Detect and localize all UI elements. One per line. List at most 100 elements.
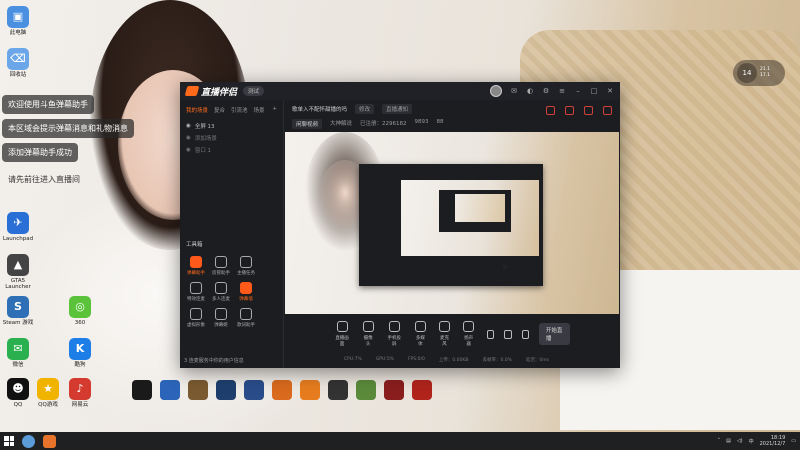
user-avatar[interactable] — [490, 85, 502, 97]
speaker-icon — [463, 321, 475, 332]
tab-my-scenes[interactable]: 我的场景 — [186, 106, 208, 114]
desktop-icon-launchpad[interactable]: ✈ Launchpad — [0, 212, 36, 242]
taskbar-app-browser-icon[interactable] — [22, 434, 35, 448]
tab-traffic[interactable]: 引流池 — [231, 106, 248, 114]
desktop-icon-recycle[interactable]: ⌫ 回收站 — [0, 48, 36, 78]
cpu-usage: CPU:7% — [344, 357, 362, 362]
game-icon[interactable] — [412, 380, 432, 400]
game-icon[interactable] — [244, 380, 264, 400]
notice-button[interactable]: 直播通知 — [382, 104, 413, 114]
toolbox-title: 工具箱 — [186, 242, 203, 248]
windows-start-icon[interactable] — [4, 436, 14, 446]
tool-virtual-avatar[interactable]: 虚拟形象 — [184, 308, 208, 328]
tool-multi-link[interactable]: 多人连麦 — [209, 282, 233, 302]
tool-danmaku-assistant[interactable]: 弹幕助手 — [184, 256, 208, 276]
maximize-icon[interactable]: □ — [590, 87, 598, 95]
tab-compound[interactable]: 复合 — [214, 106, 225, 114]
skin-icon[interactable]: ◐ — [526, 87, 534, 95]
network-icon[interactable]: ▤ — [726, 438, 731, 444]
source-media-button[interactable]: 多媒体 — [414, 321, 426, 347]
scene-item-fullscreen[interactable]: ◉ 全屏 13 — [180, 120, 283, 132]
control-bar: 直播画面 摄像头 手机投屏 多媒体 麦克风 扬声器 开始直播 — [284, 314, 620, 354]
desktop-icon-this-pc[interactable]: ▣ 此电脑 — [0, 6, 36, 36]
more-icon[interactable] — [603, 106, 612, 115]
tool-danmaku-ji[interactable]: 弹幕姬 — [209, 308, 233, 328]
task-icon — [240, 256, 252, 268]
game-icon[interactable] — [356, 380, 376, 400]
share-icon[interactable] — [584, 106, 593, 115]
clock[interactable]: 18:19 2021/12/7 — [760, 435, 786, 448]
record-icon[interactable] — [486, 329, 495, 339]
chevron-up-icon[interactable]: ˄ — [718, 438, 721, 444]
source-screen-button[interactable]: 直播画面 — [334, 321, 350, 347]
desktop-icon-360[interactable]: ◎ 360 — [62, 296, 98, 326]
ime-icon[interactable]: 中 — [749, 438, 754, 445]
tool-anchor-task[interactable]: 主播任务 — [234, 256, 258, 276]
game-icon[interactable] — [160, 380, 180, 400]
settings-icon[interactable] — [521, 329, 529, 339]
subcategory-tag[interactable]: 大神解说 — [330, 119, 352, 129]
eye-icon[interactable]: ◉ — [186, 147, 191, 153]
game-icon[interactable] — [272, 380, 292, 400]
tool-lyrics[interactable]: 歌词助手 — [234, 308, 258, 328]
message-icon[interactable]: ✉ — [510, 87, 518, 95]
weather-temp: 14 — [737, 63, 757, 83]
tool-danmaku-wall[interactable]: 弹幕墙 — [234, 282, 258, 302]
eye-icon[interactable]: ◉ — [186, 123, 191, 129]
clock-date: 2021/12/7 — [759, 441, 786, 447]
notification-icon[interactable]: ▭ — [791, 438, 796, 444]
tool-effect-link[interactable]: 特效连麦 — [184, 282, 208, 302]
game-icon[interactable] — [328, 380, 348, 400]
qq-game-icon: ★ — [37, 378, 59, 400]
minimize-icon[interactable]: – — [574, 87, 582, 95]
game-icon[interactable] — [384, 380, 404, 400]
gta-icon: ▲ — [7, 254, 29, 276]
preview-nested-window — [359, 164, 543, 286]
game-icon[interactable] — [216, 380, 236, 400]
category-tag[interactable]: 闲聊视频 — [292, 119, 323, 129]
desktop-icon-steam[interactable]: S Steam 游戏 — [0, 296, 36, 326]
weather-low: 17.1 — [760, 73, 771, 78]
game-icon[interactable] — [300, 380, 320, 400]
settings-icon[interactable]: ⚙ — [542, 87, 550, 95]
weather-widget[interactable]: 14 21.1 17.1 — [733, 60, 785, 86]
avatar-icon — [190, 308, 202, 320]
mic-button[interactable]: 麦克风 — [438, 321, 450, 347]
drop-rate: 丢帧率：0.0% — [482, 358, 512, 363]
stream-preview[interactable] — [285, 132, 619, 314]
edit-title-button[interactable]: 修改 — [355, 104, 375, 114]
fans-count: 88 — [436, 119, 444, 125]
start-live-button[interactable]: 开始直播 — [538, 323, 570, 345]
scene-item-add[interactable]: ◉ 添加场景 — [180, 132, 283, 144]
qq-icon: ☻ — [7, 378, 29, 400]
menu-icon[interactable]: ≡ — [558, 87, 566, 95]
tab-scene[interactable]: 场景 — [254, 106, 265, 114]
eye-icon[interactable] — [504, 329, 512, 339]
gift-icon[interactable] — [546, 106, 555, 115]
desktop-icon-kugou[interactable]: K 酷狗 — [62, 338, 98, 368]
desktop-icon-wechat[interactable]: ✉ 微信 — [0, 338, 36, 368]
desktop-icon-qqgame[interactable]: ★ QQ游戏 — [30, 378, 66, 408]
source-phone-button[interactable]: 手机投屏 — [386, 321, 402, 347]
gpu-usage: GPU:5% — [375, 357, 394, 362]
taskbar-app-live-icon[interactable] — [43, 434, 56, 448]
close-icon[interactable]: ✕ — [606, 87, 614, 95]
launchpad-icon: ✈ — [7, 212, 29, 234]
360-icon: ◎ — [69, 296, 91, 318]
lock-icon[interactable] — [565, 106, 574, 115]
add-scene-icon[interactable]: + — [272, 106, 277, 114]
speaker-button[interactable]: 扬声器 — [463, 321, 475, 347]
game-icon[interactable] — [132, 380, 152, 400]
window-titlebar[interactable]: 直播伴侣 测试 ✉ ◐ ⚙ ≡ – □ ✕ — [180, 82, 620, 100]
tool-room-manager[interactable]: 房管助手 — [209, 256, 233, 276]
volume-icon[interactable]: ◁) — [737, 438, 743, 444]
game-icon[interactable] — [188, 380, 208, 400]
desktop-icon-gta[interactable]: ▲ GTA5 Launcher — [0, 254, 36, 290]
netease-music-icon: ♪ — [69, 378, 91, 400]
room-title[interactable]: 歌单入不配怀甜播的吗 — [292, 105, 347, 113]
scene-item-window[interactable]: ◉ 窗口 1 — [180, 144, 283, 156]
source-camera-button[interactable]: 摄像头 — [362, 321, 374, 347]
eye-icon[interactable]: ◉ — [186, 135, 191, 141]
desktop-icon-netease[interactable]: ♪ 网易云 — [62, 378, 98, 408]
live-companion-window[interactable]: 直播伴侣 测试 ✉ ◐ ⚙ ≡ – □ ✕ 我的场景 复合 引流池 场景 + ◉… — [180, 82, 620, 368]
